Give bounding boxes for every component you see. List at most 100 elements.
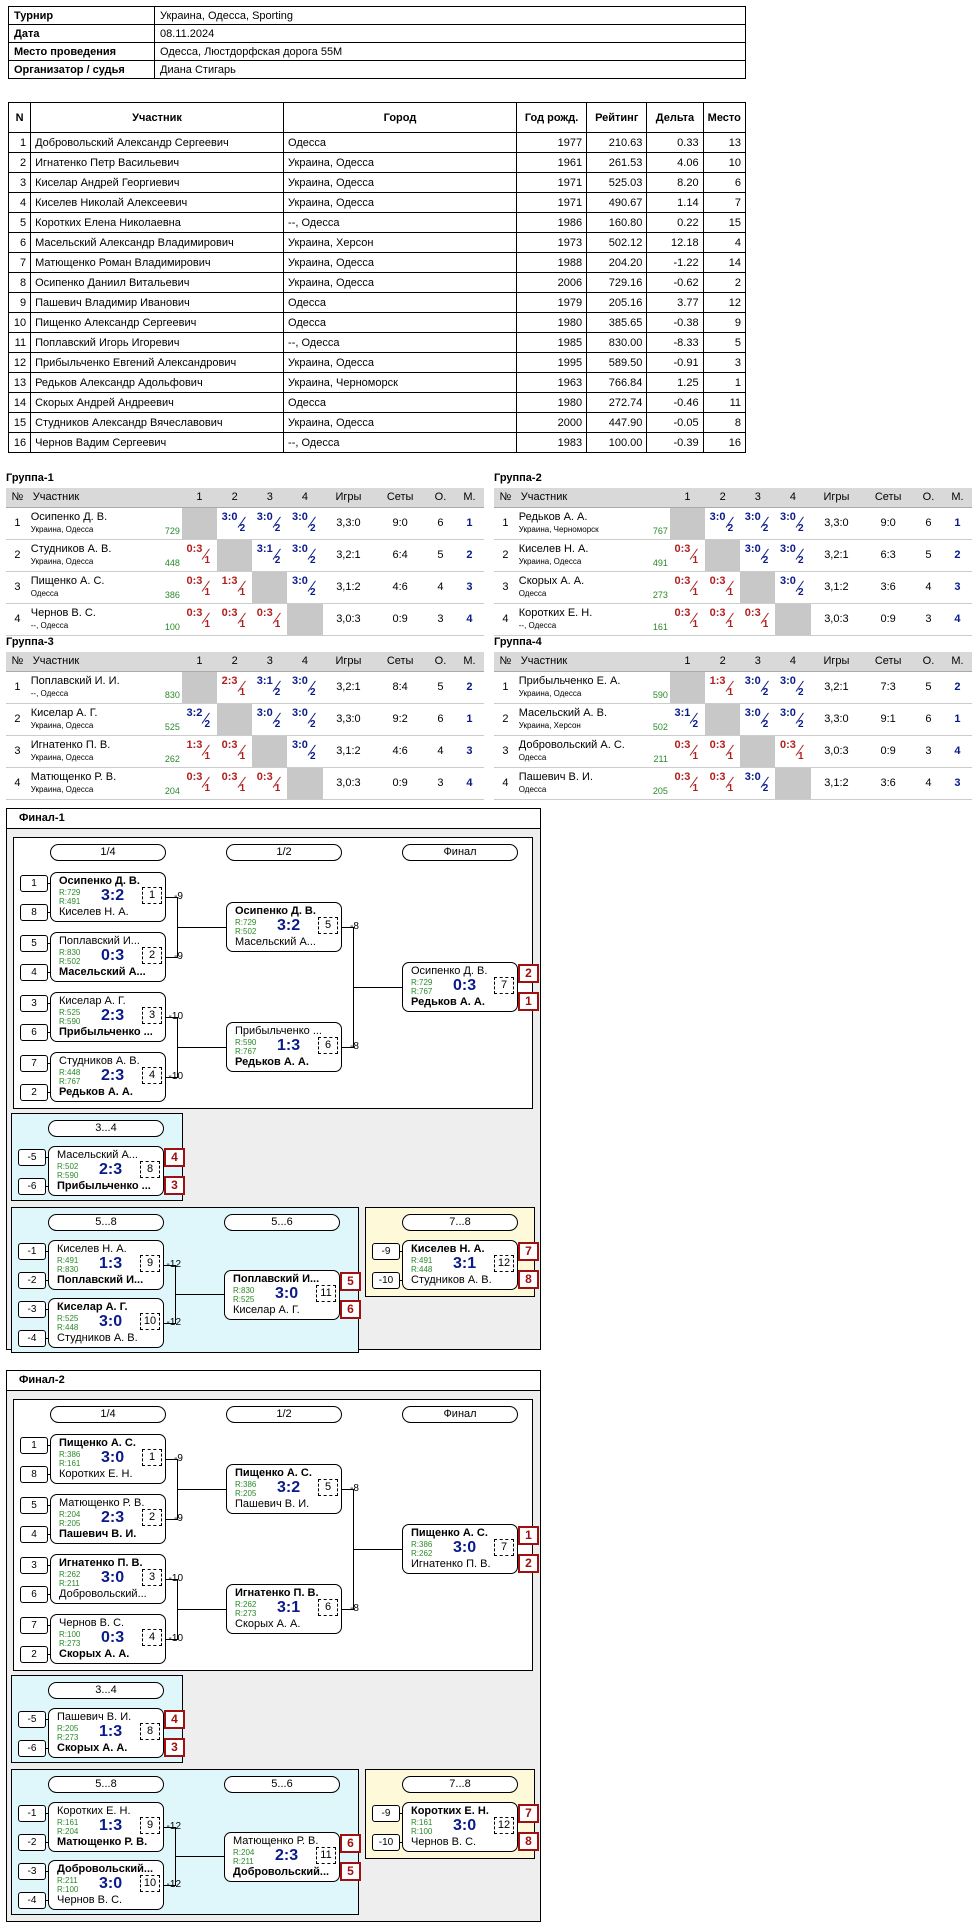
group-col-header: 4 xyxy=(775,652,811,672)
group-points: 6 xyxy=(914,703,943,736)
group-games: 3,1:2 xyxy=(322,571,375,604)
group-result: 3:0 2 xyxy=(741,672,775,700)
group-player: Киселев Н. А. Украина, Одесса 491 xyxy=(516,539,670,572)
main-bracket: 1/4 1/2 Финал Осипенко Д. В. R:729 R:491 3:2 Ки… xyxy=(13,837,539,1109)
match-player-1: Поплавский И... xyxy=(233,1273,320,1285)
group-table: № Участник 1 2 3 4 Игры Сеты О. М. 1 Редьков А. А. У… xyxy=(494,488,972,636)
match-player-2: Поплавский И... xyxy=(57,1274,144,1286)
player-cell: Осипенко Даниил Витальевич xyxy=(30,272,285,293)
group-result-cell: 0:3 1 xyxy=(705,571,741,604)
player-cell: 15 xyxy=(702,212,747,233)
group-result: 1:3 1 xyxy=(218,572,252,600)
place-box: 3 xyxy=(164,1176,185,1195)
bracket-line xyxy=(353,987,402,988)
bracket-7-8: 7...8 Киселев Н. А. R:491 R:448 3:1 Студников… xyxy=(365,1207,539,1297)
match-rating-2: R:204 xyxy=(57,1827,79,1836)
group-player: Осипенко Д. В. Украина, Одесса 729 xyxy=(28,507,182,540)
bracket-line xyxy=(46,1871,48,1872)
info-row: Организатор / судья Диана Стигарь xyxy=(8,60,746,79)
group-player: Киселар А. Г. Украина, Одесса 525 xyxy=(28,703,182,736)
group-result: 3:1 2 xyxy=(670,704,704,732)
info-row: Место проведения Одесса, Люстдорфская дор… xyxy=(8,42,746,61)
match-box: Пищенко А. С. R:386 R:161 3:0 Коротких Е. Н.… xyxy=(50,1434,183,1484)
group-row: 1 Прибыльченко Е. А. Украина, Одесса 590 1:3… xyxy=(494,671,972,704)
group-result: 1:3 1 xyxy=(182,736,216,764)
place-box: 5 xyxy=(340,1862,361,1881)
seed-box: 4 xyxy=(20,1526,48,1543)
match-rating-1: R:491 xyxy=(57,1256,79,1265)
player-row: 1 Добровольский Александр Сергеевич Одесса… xyxy=(7,132,747,153)
group-col-header: О. xyxy=(426,488,455,508)
match-rating-1: R:205 xyxy=(57,1724,79,1733)
bracket-line xyxy=(48,1534,50,1535)
player-cell: 14 xyxy=(7,392,32,413)
match-number: 12 xyxy=(494,1255,514,1272)
slash-icon xyxy=(759,521,773,535)
player-cell: 1980 xyxy=(515,312,588,333)
match-box: Чернов В. С.R:100R:2730:3Скорых А. А.4-1… xyxy=(50,1614,183,1664)
group-games: 3,3:0 xyxy=(810,507,863,540)
match-rating-2: R:502 xyxy=(59,957,81,966)
match-player-2: Коротких Е. Н. xyxy=(59,1468,133,1480)
group-col-header: М. xyxy=(454,652,484,672)
group-row-number: 2 xyxy=(494,703,517,736)
match-box: Осипенко Д. В. R:729 R:767 0:3 Редьков А. А.… xyxy=(402,962,518,1012)
player-cell: 12 xyxy=(702,292,747,313)
player-cell: Одесса xyxy=(283,312,517,333)
group-row: 2 Масельский А. В. Украина, Херсон 502 3:1 2 3… xyxy=(494,703,972,736)
group-row-number: 3 xyxy=(494,735,517,768)
group-result: 3:0 2 xyxy=(288,736,322,764)
group-header-row: № Участник 1 2 3 4 Игры Сеты О. М. xyxy=(494,652,972,672)
group-points: 4 xyxy=(426,571,455,604)
bracket-line xyxy=(48,1474,50,1475)
round-label: 1/4 xyxy=(50,844,166,861)
match-box: Поплавский И... R:830 R:525 3:0 Киселар А. Г… xyxy=(224,1270,340,1320)
player-cell: 830.00 xyxy=(586,332,648,353)
group-row-number: 3 xyxy=(6,735,29,768)
info-key: Организатор / судья xyxy=(8,60,155,79)
match-score: 1:3 xyxy=(99,1817,123,1834)
place-box: 2 xyxy=(518,1554,539,1573)
match-box: Осипенко Д. В. R:729 R:491 3:2 Киселев Н. А.… xyxy=(50,872,183,922)
player-cell: Пашевич Владимир Иванович xyxy=(30,292,285,313)
match-rating-2: R:502 xyxy=(235,927,257,936)
group-player-rating: 525 xyxy=(164,721,180,732)
group-result: 3:0 2 xyxy=(741,508,775,536)
player-row: 5 Коротких Елена Николаевна --, Одесса 1986… xyxy=(7,212,747,233)
match-box: Пашевич В. И. R:205 R:273 1:3 Скорых А. А. 8 xyxy=(48,1708,164,1758)
group-games: 3,1:2 xyxy=(322,735,375,768)
match-number: 2 xyxy=(142,1509,162,1526)
group-result: 0:3 1 xyxy=(706,604,740,632)
seed-box: 5 xyxy=(20,1497,48,1514)
group-result: 3:0 2 xyxy=(253,508,287,536)
group-player-name: Прибыльченко Е. А. xyxy=(518,674,621,687)
group-result-cell: 3:0 2 xyxy=(775,703,811,736)
group-result-cell xyxy=(252,735,288,768)
seed-box: 1 xyxy=(20,1437,48,1454)
match-score: 2:3 xyxy=(275,1847,299,1864)
bracket-line xyxy=(175,1856,224,1857)
group-col-header: № xyxy=(6,652,29,672)
group-col-header: Сеты xyxy=(862,652,914,672)
group-player-name: Скорых А. А. xyxy=(518,574,585,587)
group-games: 3,2:1 xyxy=(810,539,863,572)
group-col-header: М. xyxy=(454,488,484,508)
slash-icon xyxy=(271,717,285,731)
players-col-header: N xyxy=(7,102,32,133)
group-points: 3 xyxy=(426,603,455,636)
group-games: 3,0:3 xyxy=(322,767,375,800)
info-row: Дата 08.11.2024 xyxy=(8,24,746,43)
group-row-number: 4 xyxy=(494,603,517,636)
match-score: 3:1 xyxy=(453,1255,477,1272)
round-label: 5...8 xyxy=(48,1214,164,1231)
bracket-5-8: 5...8 5...6 Киселев Н. А. R:491 R:830 1:3 Попл… xyxy=(11,1207,361,1353)
player-cell: 490.67 xyxy=(586,192,648,213)
group-result-cell xyxy=(181,507,218,540)
round-label: Финал xyxy=(402,844,518,861)
player-cell: 12.18 xyxy=(646,232,704,253)
group-points: 4 xyxy=(914,571,943,604)
group-result: 0:3 1 xyxy=(670,540,704,568)
player-cell: 4 xyxy=(702,232,747,253)
group-place: 1 xyxy=(454,703,484,736)
player-cell: 1971 xyxy=(515,192,588,213)
